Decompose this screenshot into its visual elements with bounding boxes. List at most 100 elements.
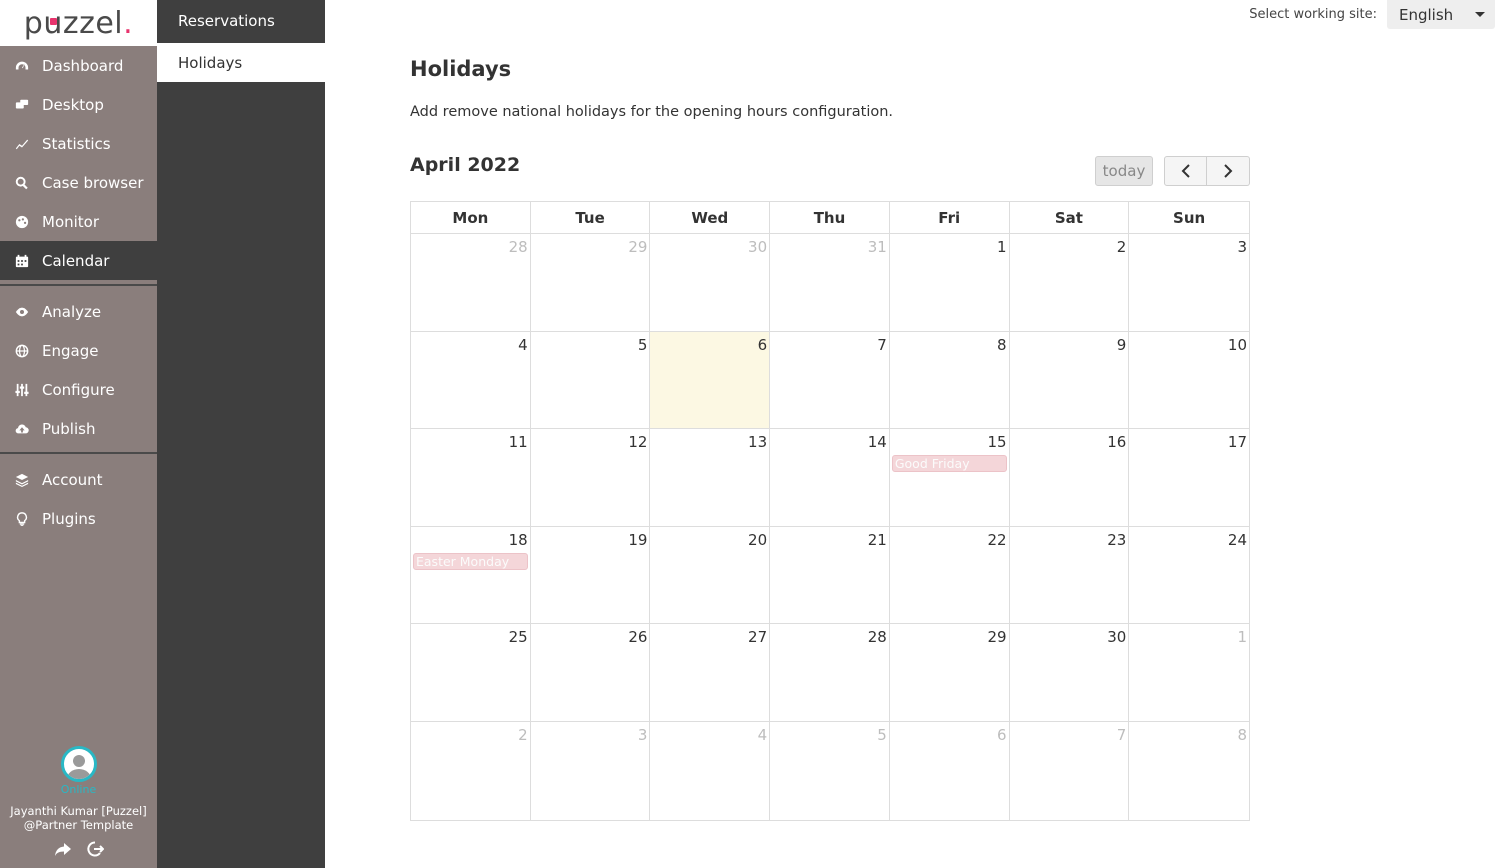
day-number: 9 bbox=[1116, 335, 1127, 354]
calendar-day[interactable]: 16 bbox=[1010, 429, 1130, 526]
nav-item-analyze[interactable]: Analyze bbox=[0, 292, 157, 331]
nav-item-account[interactable]: Account bbox=[0, 460, 157, 499]
calendar-day[interactable]: 2 bbox=[1010, 234, 1130, 331]
calendar-day[interactable]: 4 bbox=[411, 331, 531, 429]
page-description: Add remove national holidays for the ope… bbox=[410, 104, 894, 120]
calendar-day[interactable]: 9 bbox=[1010, 331, 1130, 429]
logo[interactable]: puzzel. bbox=[0, 0, 157, 46]
next-month-button[interactable] bbox=[1207, 156, 1250, 186]
calendar-day[interactable]: 5 bbox=[770, 721, 890, 820]
calendar-day[interactable]: 21 bbox=[770, 526, 890, 624]
calendar-day[interactable]: 15 Good Friday bbox=[890, 429, 1010, 526]
day-number: 1 bbox=[997, 238, 1007, 256]
calendar-day[interactable]: 22 bbox=[890, 526, 1010, 624]
nav-item-plugins[interactable]: Plugins bbox=[0, 499, 157, 538]
nav-item-statistics[interactable]: Statistics bbox=[0, 124, 157, 163]
calendar-day[interactable]: 3 bbox=[1129, 234, 1249, 331]
day-number: 16 bbox=[1107, 433, 1127, 452]
share-icon[interactable] bbox=[54, 841, 72, 857]
calendar-day[interactable]: 23 bbox=[1010, 526, 1130, 624]
nav-item-label: Engage bbox=[42, 341, 99, 360]
day-number: 8 bbox=[1237, 725, 1247, 744]
calendar-day[interactable]: 1 bbox=[890, 234, 1010, 331]
day-number: 10 bbox=[1227, 335, 1247, 354]
logout-icon[interactable] bbox=[86, 841, 104, 857]
calendar-day[interactable]: 8 bbox=[1129, 722, 1249, 820]
calendar-day[interactable]: 17 bbox=[1129, 429, 1249, 526]
nav-group-primary: Dashboard Desktop Statistics Case browse… bbox=[0, 46, 157, 280]
weekday-header: Sat bbox=[1010, 202, 1130, 233]
lightbulb-icon bbox=[14, 511, 30, 527]
eye-icon bbox=[14, 304, 30, 320]
day-number: 29 bbox=[987, 628, 1007, 647]
calendar-day[interactable]: 29 bbox=[890, 624, 1010, 721]
holiday-event[interactable]: Good Friday bbox=[891, 455, 1007, 473]
calendar-day[interactable]: 31 bbox=[770, 234, 890, 331]
calendar-day[interactable]: 28 bbox=[411, 234, 531, 331]
calendar-day[interactable]: 14 bbox=[770, 429, 890, 526]
site-dropdown-value: English bbox=[1399, 5, 1454, 24]
calendar-day[interactable]: 12 bbox=[531, 429, 651, 526]
prev-month-button[interactable] bbox=[1164, 156, 1207, 186]
user-name: Jayanthi Kumar [Puzzel] bbox=[10, 804, 147, 818]
day-number: 26 bbox=[628, 628, 648, 647]
calendar-day[interactable]: 11 bbox=[411, 429, 531, 526]
day-number: 25 bbox=[508, 628, 528, 647]
nav-item-label: Case browser bbox=[42, 173, 144, 192]
nav-item-configure[interactable]: Configure bbox=[0, 370, 157, 409]
subnav-item-reservations[interactable]: Reservations bbox=[157, 0, 325, 42]
calendar-day[interactable]: 8 bbox=[890, 331, 1010, 429]
day-number: 12 bbox=[628, 433, 648, 452]
calendar-day[interactable]: 2 bbox=[411, 721, 531, 820]
calendar-day[interactable]: 6 bbox=[890, 721, 1010, 820]
site-dropdown[interactable]: English bbox=[1387, 0, 1495, 29]
calendar-day[interactable]: 25 bbox=[411, 624, 531, 721]
nav-item-case-browser[interactable]: Case browser bbox=[0, 163, 157, 202]
chevron-left-icon bbox=[1181, 164, 1190, 178]
calendar-day[interactable]: 19 bbox=[531, 526, 651, 624]
subnav-item-holidays[interactable]: Holidays bbox=[157, 43, 325, 82]
day-number: 14 bbox=[867, 433, 887, 452]
calendar-subnav: Reservations Holidays bbox=[157, 0, 325, 868]
calendar-day[interactable]: 3 bbox=[531, 721, 651, 820]
today-button[interactable]: today bbox=[1095, 156, 1153, 186]
nav-item-engage[interactable]: Engage bbox=[0, 331, 157, 370]
calendar-day[interactable]: 26 bbox=[531, 624, 651, 721]
nav-divider bbox=[0, 452, 157, 454]
calendar-day[interactable]: 5 bbox=[531, 331, 651, 429]
nav-item-label: Analyze bbox=[42, 302, 102, 321]
user-status: Online bbox=[60, 783, 97, 796]
calendar-day[interactable]: 29 bbox=[531, 234, 651, 331]
site-selector: Select working site: English bbox=[1249, 0, 1495, 29]
calendar-day[interactable]: 20 bbox=[650, 526, 771, 624]
calendar-day-today[interactable]: 6 bbox=[650, 331, 771, 429]
avatar[interactable] bbox=[60, 746, 97, 782]
calendar-day[interactable]: 24 bbox=[1129, 527, 1249, 624]
day-number: 2 bbox=[1116, 238, 1127, 256]
calendar-day[interactable]: 10 bbox=[1129, 332, 1249, 429]
calendar-day[interactable]: 30 bbox=[1010, 624, 1130, 721]
calendar-body: 28 29 30 31 1 2 3 4 5 6 7 8 9 10 11 12 13 14 15 Good Friday… bbox=[411, 234, 1249, 820]
calendar-day[interactable]: 1 bbox=[1129, 624, 1249, 721]
nav-item-calendar[interactable]: Calendar bbox=[0, 241, 157, 280]
day-number: 18 bbox=[508, 530, 528, 549]
calendar-day[interactable]: 27 bbox=[650, 624, 771, 721]
calendar-day[interactable]: 28 bbox=[770, 624, 890, 721]
holiday-event[interactable]: Easter Monday bbox=[413, 552, 528, 570]
day-number: 15 bbox=[987, 433, 1007, 452]
monitor-icon bbox=[14, 214, 30, 230]
nav-item-monitor[interactable]: Monitor bbox=[0, 202, 157, 241]
day-number: 29 bbox=[628, 238, 648, 256]
search-icon bbox=[14, 175, 30, 191]
calendar-day[interactable]: 18 Easter Monday bbox=[411, 526, 531, 624]
nav-item-desktop[interactable]: Desktop bbox=[0, 85, 157, 124]
calendar-day[interactable]: 7 bbox=[1010, 721, 1130, 820]
calendar-day[interactable]: 13 bbox=[650, 429, 771, 526]
day-number: 3 bbox=[1237, 238, 1247, 256]
nav-item-dashboard[interactable]: Dashboard bbox=[0, 46, 157, 85]
day-number: 5 bbox=[877, 725, 887, 744]
calendar-day[interactable]: 7 bbox=[770, 331, 890, 429]
calendar-day[interactable]: 4 bbox=[650, 721, 771, 820]
nav-item-publish[interactable]: Publish bbox=[0, 409, 157, 448]
calendar-day[interactable]: 30 bbox=[650, 234, 771, 331]
